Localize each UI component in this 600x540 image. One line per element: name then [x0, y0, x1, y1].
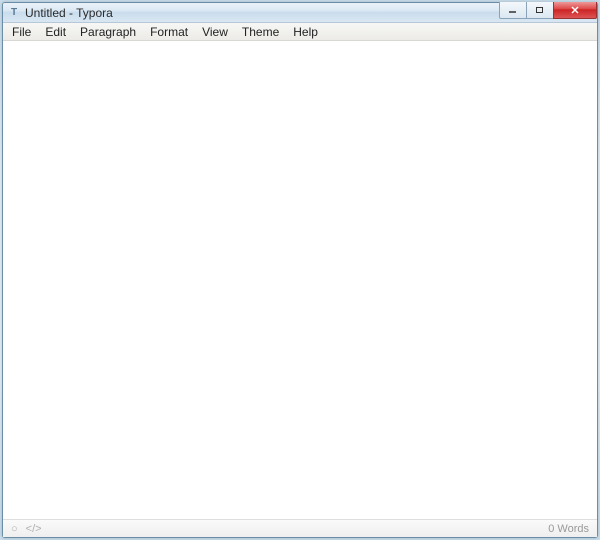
app-icon: T — [7, 6, 21, 20]
close-button[interactable] — [553, 2, 597, 19]
source-code-toggle-icon[interactable]: </> — [26, 523, 42, 535]
window-controls — [500, 2, 597, 20]
minimize-button[interactable] — [499, 2, 527, 19]
statusbar: ○ </> 0 Words — [3, 519, 597, 537]
close-icon — [569, 5, 581, 15]
editor-area[interactable] — [3, 41, 597, 519]
titlebar[interactable]: T Untitled - Typora — [3, 3, 597, 23]
minimize-icon — [508, 6, 518, 14]
maximize-icon — [535, 6, 545, 14]
menu-view[interactable]: View — [195, 24, 235, 40]
menubar: File Edit Paragraph Format View Theme He… — [3, 23, 597, 41]
app-window: T Untitled - Typora File Edit Paragraph … — [2, 2, 598, 538]
word-count[interactable]: 0 Words — [548, 523, 589, 535]
window-title: Untitled - Typora — [25, 6, 113, 20]
maximize-button[interactable] — [526, 2, 554, 19]
menu-format[interactable]: Format — [143, 24, 195, 40]
menu-file[interactable]: File — [5, 24, 38, 40]
menu-edit[interactable]: Edit — [38, 24, 73, 40]
menu-theme[interactable]: Theme — [235, 24, 286, 40]
sidebar-toggle-icon[interactable]: ○ — [11, 523, 18, 535]
status-left-group: ○ </> — [11, 523, 42, 535]
menu-help[interactable]: Help — [286, 24, 325, 40]
menu-paragraph[interactable]: Paragraph — [73, 24, 143, 40]
